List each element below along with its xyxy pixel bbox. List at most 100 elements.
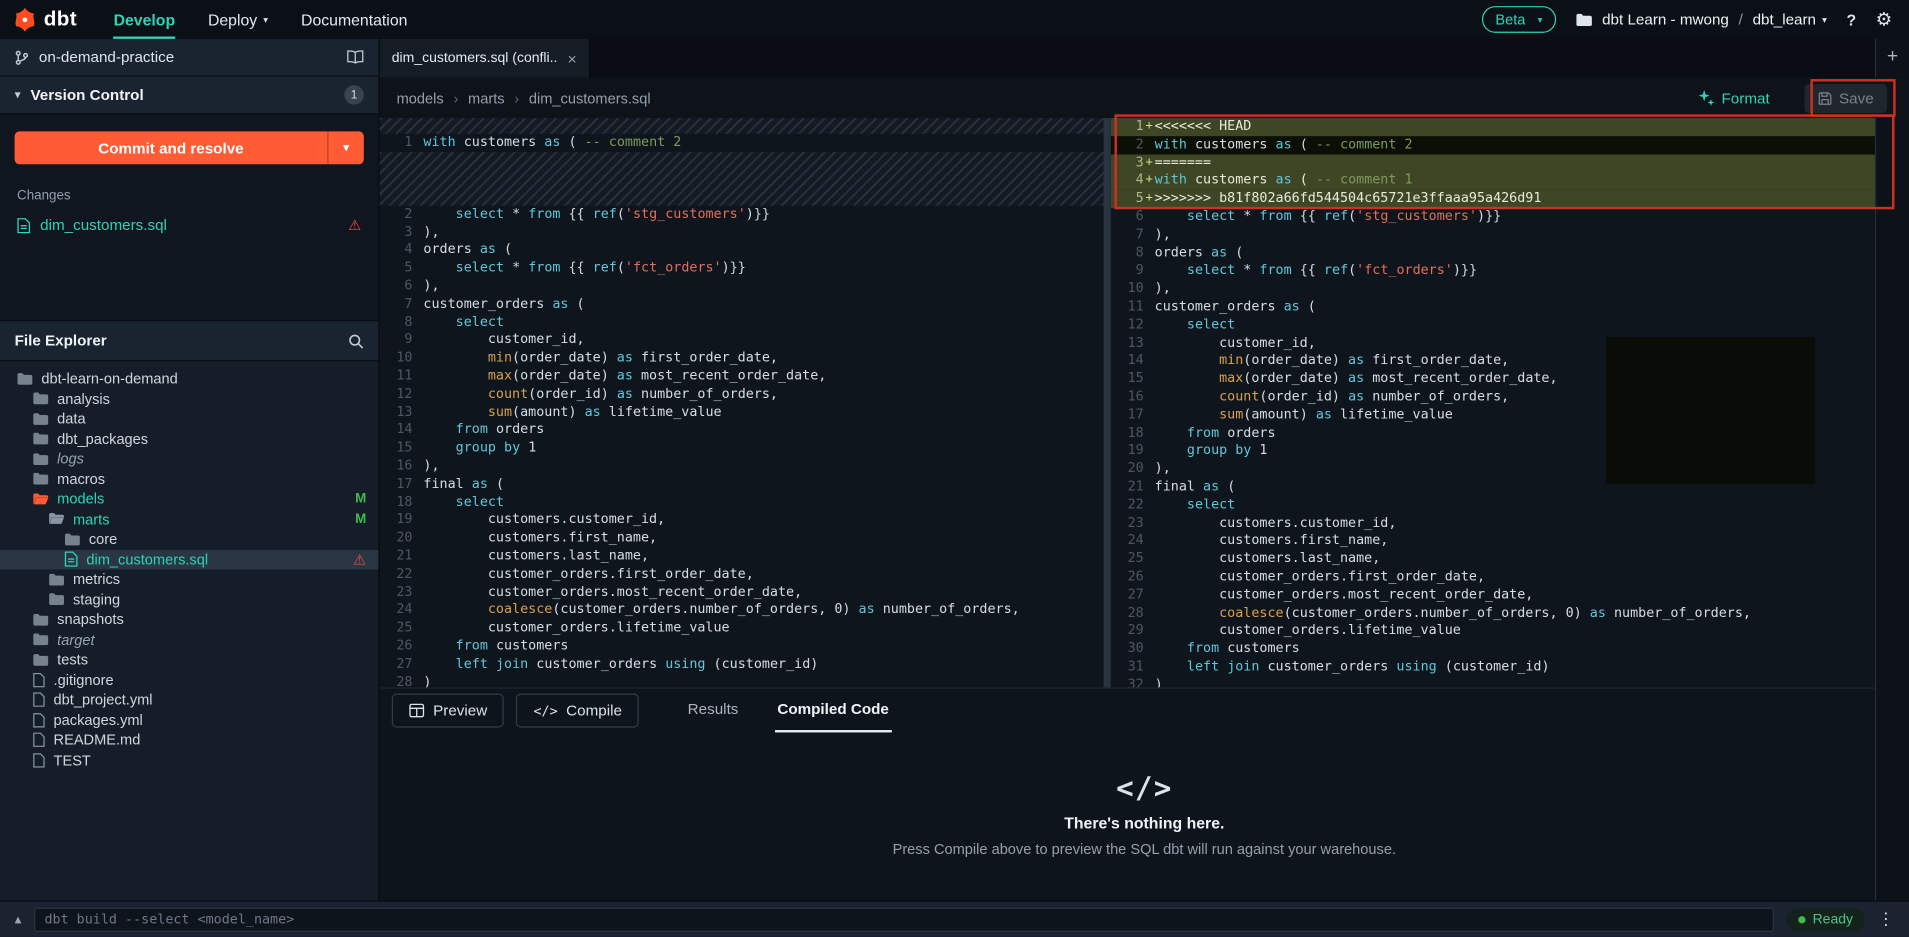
tree-item-tests[interactable]: tests [0,650,378,670]
tree-item-target[interactable]: target [0,630,378,650]
code-line: 26 from customers [380,637,1104,655]
kebab-menu-icon[interactable]: ⋮ [1877,909,1894,930]
folder-icon [33,432,49,445]
commit-options-caret[interactable]: ▾ [327,131,364,164]
save-floppy-icon [1817,91,1832,106]
chevron-down-icon: ▾ [263,14,268,25]
account-name[interactable]: dbt Learn - mwong [1602,11,1729,28]
folder-icon [17,372,33,385]
conflict-warning-icon: ⚠ [348,218,361,233]
code-line: 25 customers.last_name, [1111,550,1909,568]
breadcrumb-models[interactable]: models [397,89,444,106]
compile-button[interactable]: </> Compile [516,694,639,728]
command-input[interactable] [33,907,1773,931]
file-icon [33,733,45,748]
file-explorer-title: File Explorer [15,332,339,349]
tab-close-icon[interactable]: × [567,49,576,67]
code-line: 23 customer_orders.most_recent_order_dat… [380,583,1104,601]
code-line: 6), [380,277,1104,295]
code-line: 6 select * from {{ ref('stg_customers')}… [1111,208,1909,226]
code-line: 21 customers.last_name, [380,547,1104,565]
beta-dropdown[interactable]: Beta ▾ [1482,6,1556,33]
code-icon: </> [533,703,557,719]
version-control-header[interactable]: ▾ Version Control 1 [0,77,378,115]
tab-results[interactable]: Results [685,689,741,733]
right-panel-strip: + [1875,39,1909,900]
tab-compiled-code[interactable]: Compiled Code [775,689,891,733]
nav-item-documentation[interactable]: Documentation [301,0,407,39]
tree-item-staging[interactable]: staging [0,589,378,609]
code-line: 19 customers.customer_id, [380,511,1104,529]
version-control-panel: Commit and resolve ▾ Changes dim_custome… [0,114,378,321]
code-line: 2with customers as ( -- comment 2 [1111,136,1909,154]
project-selector[interactable]: dbt_learn ▾ [1753,11,1827,28]
code-line: 9 select * from {{ ref('fct_orders')}} [1111,262,1909,280]
breadcrumb-separator: › [453,89,458,106]
code-line: 14 from orders [380,421,1104,439]
editor-pane-current[interactable]: 1with customers as ( -- comment 2 2 sele… [380,118,1104,687]
settings-gear-icon[interactable]: ⚙ [1876,9,1892,31]
file-icon [33,753,45,768]
account-breadcrumb: dbt Learn - mwong / dbt_learn ▾ [1575,11,1827,28]
code-line: 17final as ( [380,475,1104,493]
tree-item-macros[interactable]: macros [0,469,378,489]
tree-item-readme.md[interactable]: README.md [0,730,378,750]
code-line: 5+>>>>>>> b81f802a66fd544504c65721e3ffaa… [1111,190,1909,208]
code-line: 29 customer_orders.lifetime_value [1111,622,1909,640]
tree-item-dbt_project.yml[interactable]: dbt_project.yml [0,690,378,710]
tree-item-models[interactable]: modelsM [0,489,378,509]
code-line: 28 coalesce(customer_orders.number_of_or… [1111,604,1909,622]
changed-file-row[interactable]: dim_customers.sql ⚠ [15,213,364,237]
format-button[interactable]: Format [1698,89,1769,106]
code-line: 8orders as ( [1111,244,1909,262]
chevron-up-icon[interactable]: ▴ [15,911,22,927]
tree-item-test[interactable]: TEST [0,750,378,770]
add-panel-icon[interactable]: + [1887,46,1898,68]
file-icon [33,713,45,728]
chevron-down-icon: ▾ [15,88,21,101]
tree-item-dbt_packages[interactable]: dbt_packages [0,429,378,449]
dbt-logo-icon [12,7,38,33]
sparkle-icon [1698,90,1714,106]
code-line: 11 max(order_date) as most_recent_order_… [380,367,1104,385]
breadcrumb-marts[interactable]: marts [468,89,505,106]
chevron-down-icon: ▾ [1822,14,1827,25]
file-explorer-header[interactable]: File Explorer [0,321,378,361]
editor-area: dim_customers.sql (confli... × models › … [380,39,1909,900]
save-button[interactable]: Save [1804,83,1887,112]
tree-item-core[interactable]: core [0,529,378,549]
tree-item-logs[interactable]: logs [0,449,378,469]
tab-dim-customers[interactable]: dim_customers.sql (confli... × [380,39,589,78]
code-line: 26 customer_orders.first_order_date, [1111,568,1909,586]
tree-item-data[interactable]: data [0,409,378,429]
code-line: 9 customer_id, [380,331,1104,349]
breadcrumb-separator: / [1739,11,1743,28]
docs-book-icon[interactable] [347,50,364,65]
folder-icon [49,593,65,606]
changes-count-badge: 1 [344,85,363,104]
dbt-logo[interactable]: dbt [12,7,77,33]
nav-menu: Develop Deploy▾ Documentation [114,0,441,39]
tree-item-marts[interactable]: martsM [0,509,378,529]
editor-splitter[interactable] [1104,118,1111,687]
tree-item-metrics[interactable]: metrics [0,569,378,589]
nav-item-develop[interactable]: Develop [114,0,176,39]
dark-overlay-box [1606,337,1815,484]
branch-row[interactable]: on-demand-practice [0,39,378,77]
commit-and-resolve-button[interactable]: Commit and resolve ▾ [15,131,364,164]
search-icon[interactable] [348,333,364,349]
tab-bar: dim_customers.sql (confli... × [380,39,1909,78]
code-line: 31 left join customer_orders using (cust… [1111,658,1909,676]
version-control-title: Version Control [30,86,334,103]
tree-item-dim_customers.sql[interactable]: dim_customers.sql⚠ [0,549,378,569]
preview-button[interactable]: Preview [392,694,505,728]
tree-item-.gitignore[interactable]: .gitignore [0,670,378,690]
branch-name: on-demand-practice [39,49,337,66]
tree-item-packages.yml[interactable]: packages.yml [0,710,378,730]
help-icon[interactable]: ? [1846,10,1856,28]
code-line: 12 count(order_id) as number_of_orders, [380,385,1104,403]
tree-item-analysis[interactable]: analysis [0,389,378,409]
nav-item-deploy[interactable]: Deploy▾ [208,0,268,39]
tree-item-dbt-learn-on-demand[interactable]: dbt-learn-on-demand [0,369,378,389]
tree-item-snapshots[interactable]: snapshots [0,610,378,630]
